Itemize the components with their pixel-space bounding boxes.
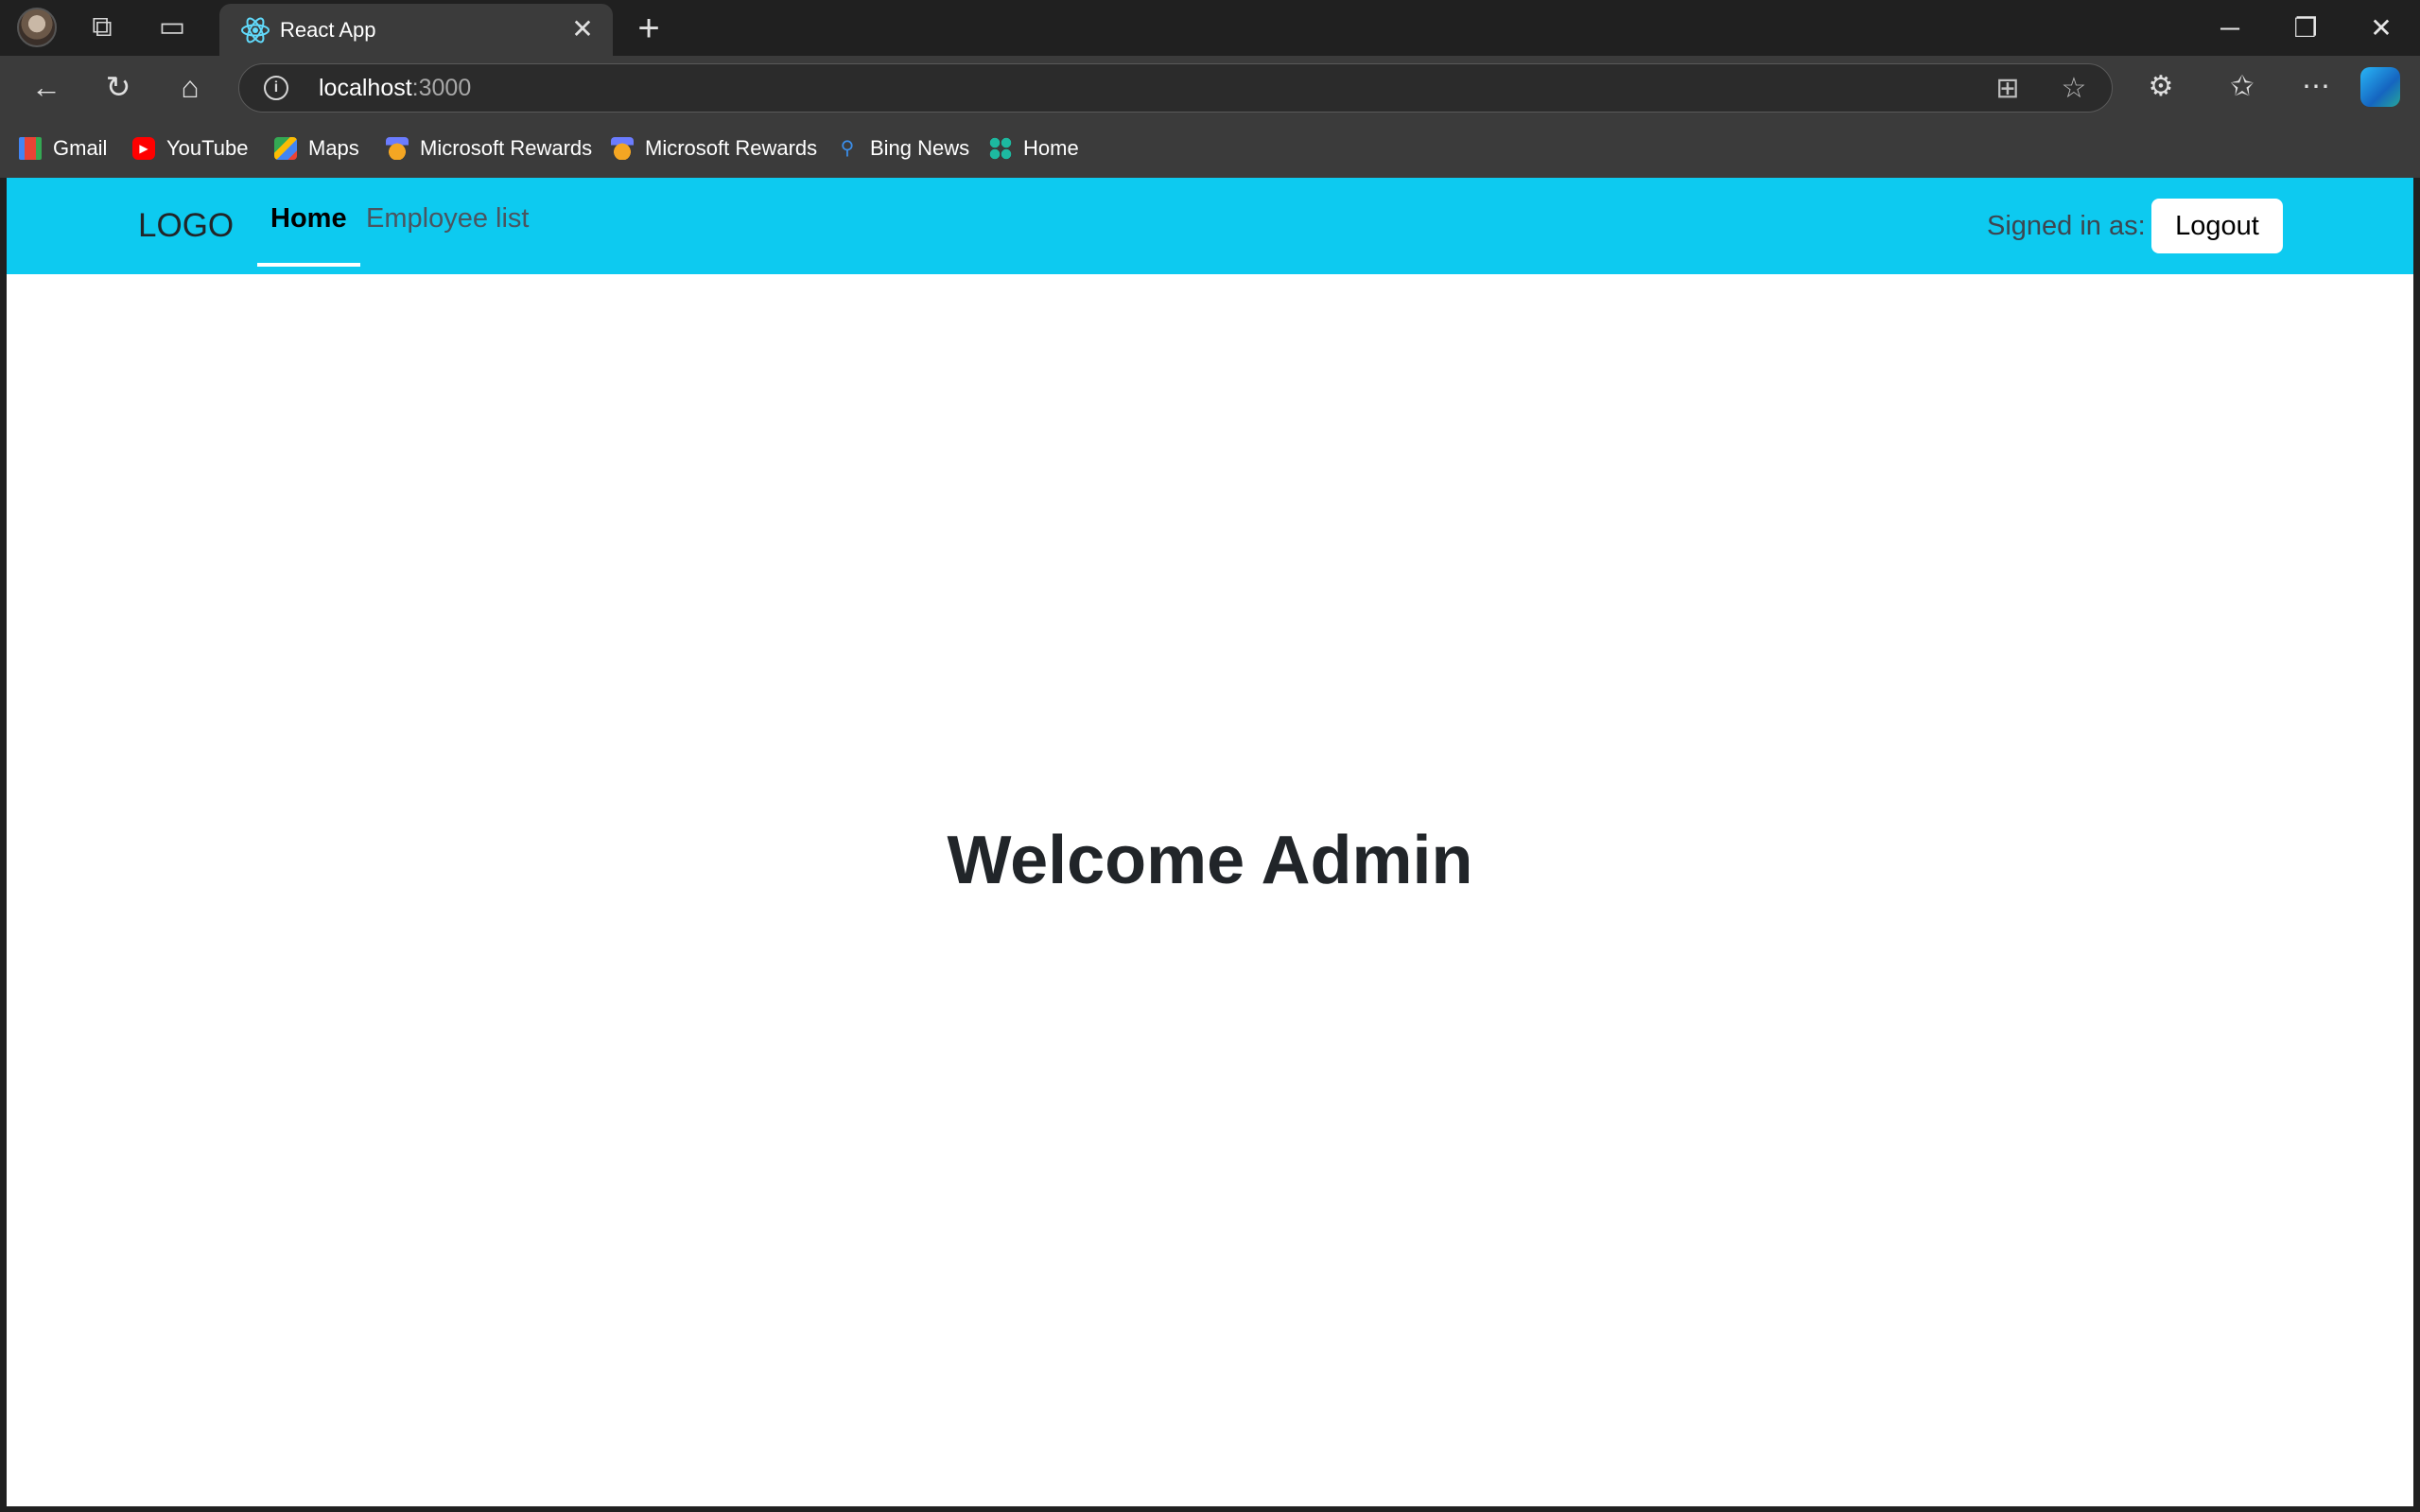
nav-link-employee-list[interactable]: Employee list (366, 178, 529, 259)
favorite-label: Maps (308, 135, 359, 160)
favorite-maps[interactable]: Maps (274, 118, 359, 178)
workspaces-icon[interactable]: ⧉ (81, 7, 123, 48)
favorite-label: Microsoft Rewards (420, 135, 593, 160)
favorite-bing-news[interactable]: ⚲ Bing News (836, 118, 969, 178)
favorite-label: YouTube (166, 135, 249, 160)
back-icon[interactable]: ← (23, 63, 70, 111)
tab-actions-icon[interactable]: ▭ (151, 7, 193, 48)
nav-link-home[interactable]: Home (257, 178, 360, 267)
apps-icon (989, 136, 1012, 160)
browser-title-bar: ⧉ ▭ React App ✕ + ─ ❐ ✕ (0, 0, 2420, 56)
tab-title: React App (280, 18, 376, 42)
maps-icon (274, 136, 297, 160)
restore-icon[interactable]: ❐ (2268, 0, 2343, 56)
favorite-label: Microsoft Rewards (645, 135, 818, 160)
signed-in-label: Signed in as: (1987, 211, 2146, 241)
logout-button[interactable]: Logout (2151, 199, 2283, 253)
welcome-heading: Welcome Admin (947, 823, 1473, 898)
search-icon: ⚲ (840, 137, 855, 159)
favorite-label: Bing News (870, 135, 970, 160)
youtube-icon: ▶ (132, 136, 155, 160)
browser-toolbar: ← ↻ ⌂ i localhost:3000 ⊞ ☆ ⚙ ✩ ⋯ (0, 56, 2420, 118)
address-bar[interactable]: i localhost:3000 ⊞ ☆ (238, 63, 2113, 113)
favorite-microsoft-rewards[interactable]: Microsoft Rewards (611, 118, 817, 178)
app-navbar: LOGO Home Employee list Signed in as: Lo… (7, 178, 2413, 274)
rewards-icon (386, 136, 409, 160)
rewards-icon (611, 136, 634, 160)
site-info-icon[interactable]: i (264, 76, 288, 100)
home-icon[interactable]: ⌂ (166, 63, 214, 111)
favorite-youtube[interactable]: ▶ YouTube (132, 118, 248, 178)
favorite-microsoft-rewards[interactable]: Microsoft Rewards (386, 118, 592, 178)
favorite-label: Home (1023, 135, 1079, 160)
app-install-icon[interactable]: ⊞ (1987, 68, 2028, 110)
favorite-star-icon[interactable]: ☆ (2053, 68, 2095, 110)
close-window-icon[interactable]: ✕ (2343, 0, 2419, 56)
favorites-bar: Gmail ▶ YouTube Maps Microsoft Rewards M… (0, 118, 2420, 178)
browser-tab-active[interactable]: React App ✕ (219, 4, 613, 56)
favorite-label: Gmail (53, 135, 108, 160)
new-tab-icon[interactable]: + (628, 8, 670, 49)
page-viewport: LOGO Home Employee list Signed in as: Lo… (7, 178, 2413, 1506)
gmail-icon (19, 136, 42, 160)
url-text[interactable]: localhost:3000 (319, 64, 471, 112)
refresh-icon[interactable]: ↻ (95, 63, 142, 111)
brand-logo[interactable]: LOGO (138, 178, 234, 274)
react-favicon-icon (241, 17, 270, 43)
close-tab-icon[interactable]: ✕ (564, 9, 601, 49)
favorite-home[interactable]: Home (989, 118, 1079, 178)
profile-avatar[interactable] (17, 8, 57, 47)
extensions-icon[interactable]: ⚙ (2137, 63, 2185, 111)
minimize-icon[interactable]: ─ (2192, 0, 2268, 56)
more-menu-icon[interactable]: ⋯ (2292, 63, 2340, 111)
favorite-gmail[interactable]: Gmail (19, 118, 107, 178)
favorites-icon[interactable]: ✩ (2219, 63, 2266, 111)
copilot-icon[interactable] (2360, 67, 2400, 107)
